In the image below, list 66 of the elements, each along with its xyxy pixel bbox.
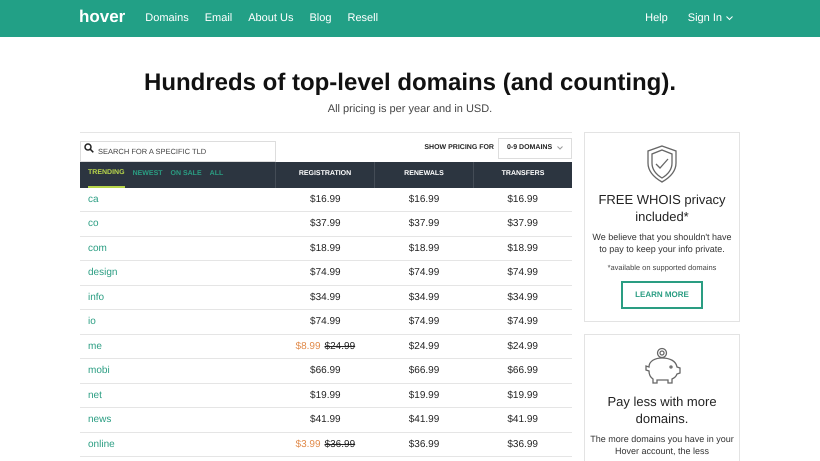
renewal-price: $16.99 — [408, 192, 440, 207]
chevron-down-icon — [557, 146, 563, 150]
card-title: Pay less with more domains. — [606, 392, 718, 427]
tld-link[interactable]: net — [88, 390, 102, 401]
transfer-price: $74.99 — [507, 315, 538, 330]
nav-link[interactable]: Sign In — [688, 10, 722, 27]
registration-price: $41.99 — [310, 413, 341, 428]
nav-link[interactable]: Domains — [145, 10, 189, 27]
transfer-price: $16.99 — [507, 192, 538, 207]
tld-link[interactable]: com — [88, 242, 107, 254]
transfer-price: $34.99 — [507, 290, 538, 305]
nav-link[interactable]: Help — [645, 10, 668, 27]
page-title: Hundreds of top-level domains (and counting). — [143, 69, 677, 97]
nav-link[interactable]: Resell — [348, 10, 378, 27]
piggy-bank-icon — [643, 346, 681, 385]
registration-price: $37.99 — [310, 217, 341, 232]
registration-price: $36.99 — [324, 438, 356, 452]
transfer-price: $74.99 — [507, 266, 538, 280]
renewal-price: $19.99 — [408, 388, 440, 403]
registration-price: $74.99 — [310, 315, 341, 330]
transfer-price: $37.99 — [507, 217, 538, 232]
nav-link[interactable]: Blog — [309, 10, 332, 27]
renewal-price: $74.99 — [408, 315, 440, 330]
registration-price: $16.99 — [310, 192, 341, 207]
tld-link[interactable]: info — [88, 292, 104, 303]
tld-link[interactable]: co — [88, 218, 99, 230]
renewal-price: $41.99 — [408, 413, 440, 428]
renewal-price: $34.99 — [408, 290, 440, 305]
transfer-price: $18.99 — [507, 242, 538, 256]
sale-price: $3.99 — [296, 438, 321, 452]
registration-price: $24.99 — [324, 340, 356, 354]
transfer-price: $24.99 — [507, 340, 538, 354]
tld-link[interactable]: me — [88, 340, 102, 352]
nav-link[interactable]: About Us — [248, 10, 294, 27]
registration-price: $66.99 — [310, 364, 341, 378]
search-icon — [84, 143, 94, 153]
card-title: FREE WHOIS privacy included* — [597, 190, 727, 224]
transfer-price: $36.99 — [507, 438, 538, 452]
card-text: We believe that you shouldn't have to pay to keep your info private. — [591, 230, 733, 256]
nav-link[interactable]: Email — [204, 10, 232, 27]
transfer-price: $66.99 — [507, 364, 538, 378]
registration-price: $34.99 — [310, 290, 341, 305]
tld-link[interactable]: design — [88, 267, 118, 278]
card-text: The more domains you have in your Hover account, the less — [589, 432, 735, 458]
registration-price: $18.99 — [310, 242, 341, 256]
renewal-price: $37.99 — [408, 217, 440, 232]
renewal-price: $74.99 — [408, 266, 440, 280]
tld-link[interactable]: ca — [88, 194, 99, 205]
renewal-price: $36.99 — [408, 438, 440, 452]
renewal-price: $18.99 — [408, 242, 440, 256]
page-subtitle: All pricing is per year and in USD. — [326, 102, 494, 117]
logo[interactable]: hover — [79, 4, 126, 30]
sale-price: $8.99 — [296, 340, 321, 354]
registration-price: $19.99 — [310, 388, 341, 403]
tld-link[interactable]: news — [88, 414, 112, 426]
tld-link[interactable]: online — [88, 438, 115, 450]
transfer-price: $19.99 — [507, 388, 538, 403]
registration-price: $74.99 — [310, 266, 341, 280]
transfer-price: $41.99 — [507, 413, 538, 428]
tld-link[interactable]: mobi — [88, 365, 110, 376]
shield-check-icon — [646, 144, 678, 182]
chevron-down-icon — [726, 16, 733, 21]
tld-link[interactable]: io — [88, 316, 96, 328]
renewal-price: $66.99 — [408, 364, 440, 378]
learn-more-button[interactable]: LEARN MORE — [621, 280, 703, 309]
renewal-price: $24.99 — [408, 340, 440, 354]
